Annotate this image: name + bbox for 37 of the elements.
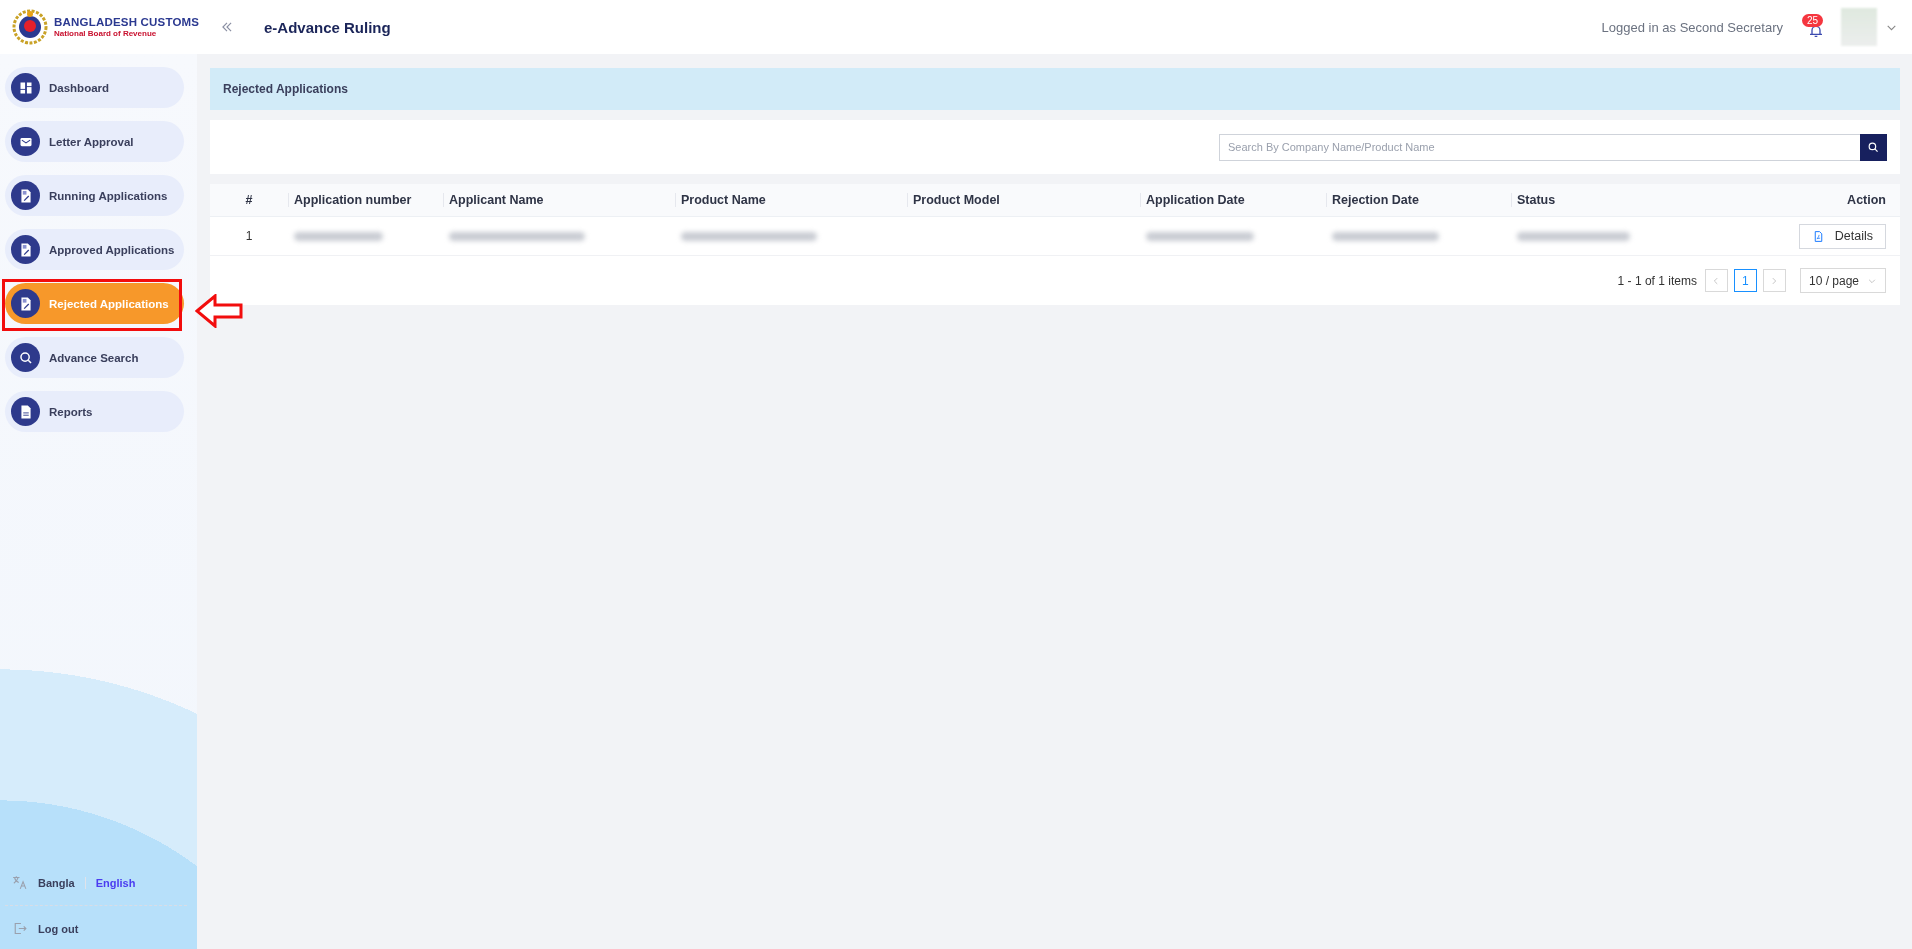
collapse-chevrons-icon[interactable] — [220, 20, 234, 34]
next-page-button[interactable] — [1762, 269, 1786, 292]
column-header: Application number — [288, 184, 443, 217]
sidebar-item[interactable]: Letter Approval — [5, 121, 184, 162]
notification-badge: 25 — [1802, 14, 1824, 27]
search-icon — [1867, 140, 1880, 154]
column-header: # — [210, 184, 288, 217]
logo-title: BANGLADESH CUSTOMS — [54, 16, 200, 28]
logout-link[interactable]: Log out — [38, 922, 79, 935]
details-button[interactable]: Details — [1798, 223, 1886, 249]
sidebar-item[interactable]: Reports — [5, 391, 184, 432]
app-title: e-Advance Ruling — [264, 18, 391, 36]
avatar-placeholder[interactable] — [1841, 8, 1877, 46]
sidebar-item[interactable]: Approved Applications — [5, 229, 184, 270]
page-size-select[interactable]: 10 / page — [1799, 268, 1886, 293]
column-header: Application Date — [1140, 184, 1326, 217]
column-header: Action — [1705, 184, 1900, 217]
page-title-bar: Rejected Applications — [210, 68, 1900, 110]
logged-in-user-text: Logged in as Second Secretary — [1601, 19, 1783, 35]
column-header: Rejection Date — [1326, 184, 1511, 217]
pagination-summary: 1 - 1 of 1 items — [1617, 273, 1697, 288]
sidebar-item[interactable]: Advance Search — [5, 337, 184, 378]
previous-page-button[interactable] — [1704, 269, 1728, 292]
emblem-logo — [12, 9, 48, 45]
translate-icon — [11, 874, 28, 891]
search-button[interactable] — [1860, 133, 1887, 161]
sidebar-item[interactable]: Running Applications — [5, 175, 184, 216]
logo-subtitle: National Board of Revenue — [54, 29, 158, 38]
column-header: Product Name — [675, 184, 907, 217]
column-header: Product Model — [907, 184, 1140, 217]
search-field[interactable]: Search By Company Name/Product Name — [1219, 133, 1860, 161]
language-option[interactable]: Bangla — [38, 876, 75, 889]
column-header: Status — [1511, 184, 1706, 217]
language-option[interactable]: English — [95, 876, 136, 889]
column-header: Applicant Name — [443, 184, 675, 217]
row-number: 1 — [210, 217, 288, 256]
sidebar-item[interactable]: Dashboard — [5, 67, 184, 108]
